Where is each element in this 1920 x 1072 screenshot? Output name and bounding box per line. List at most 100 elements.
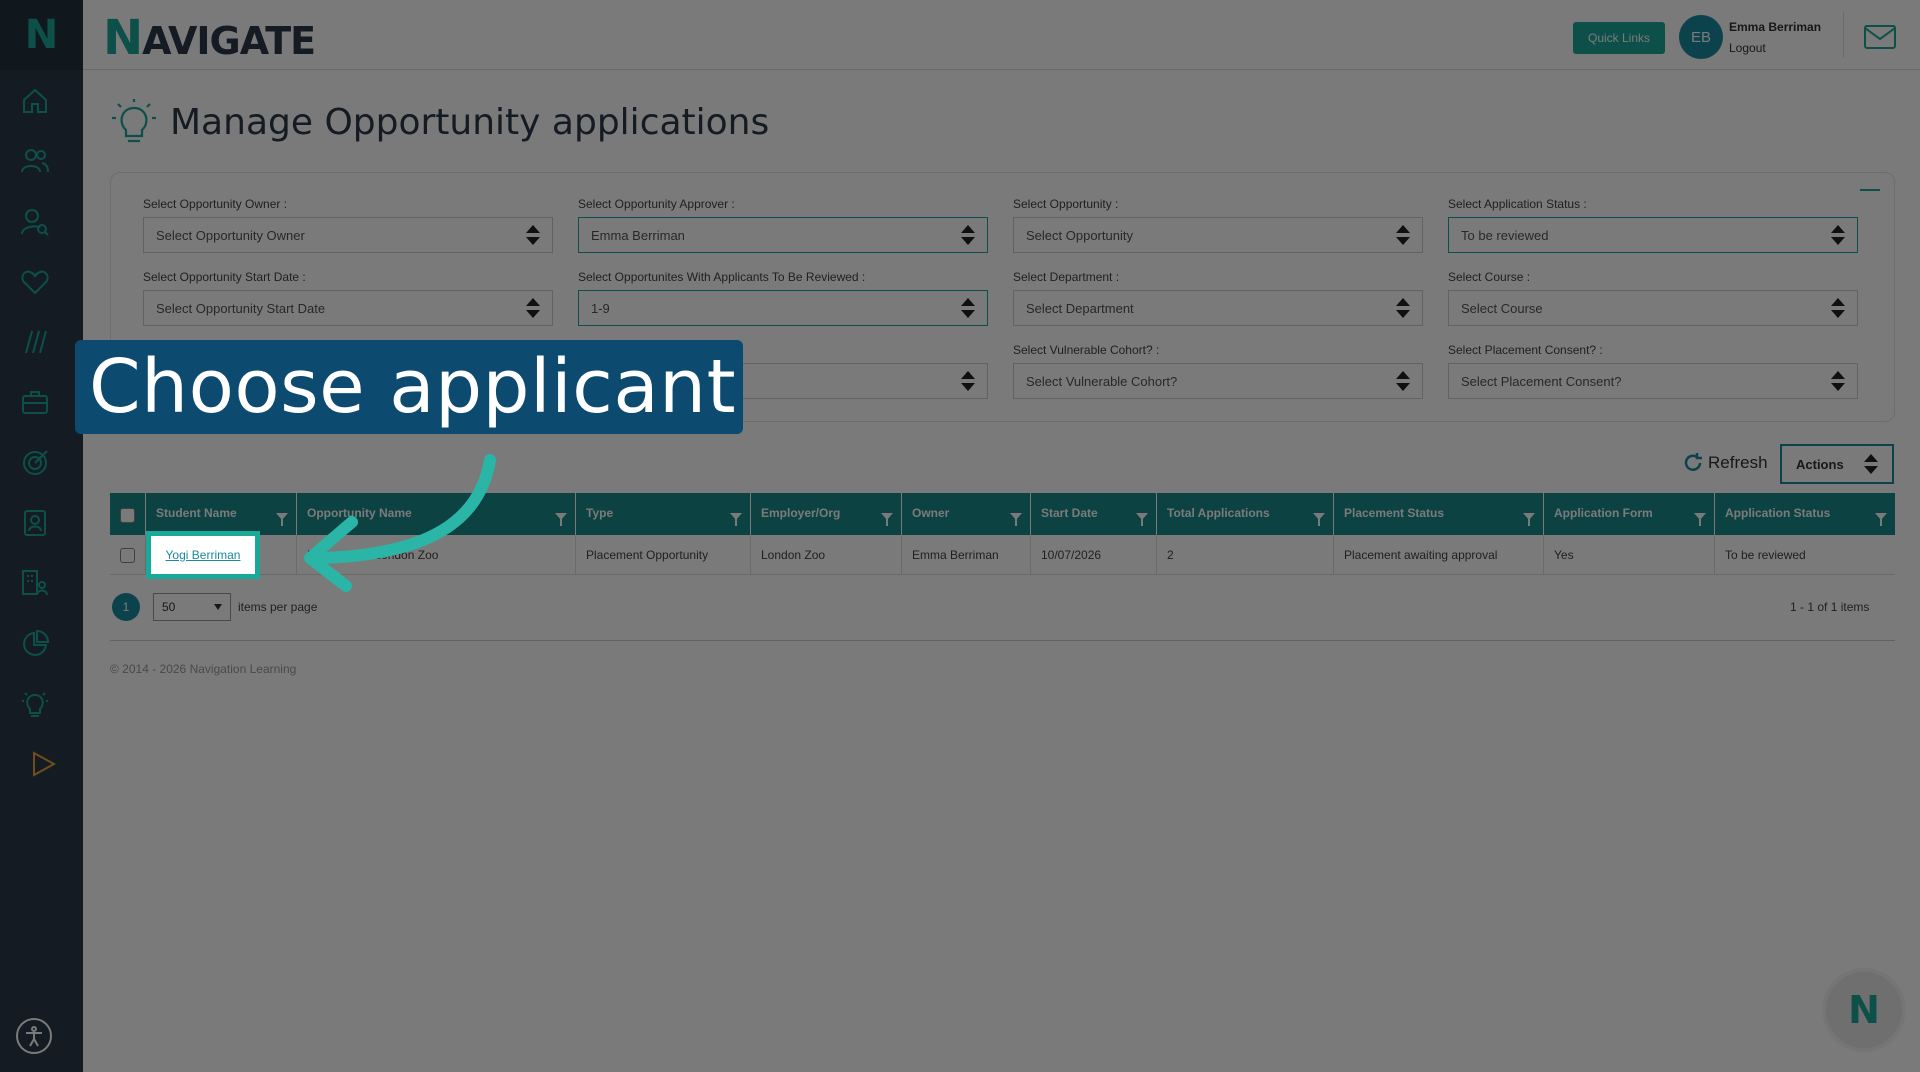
filter-icon[interactable]	[881, 513, 893, 526]
sort-arrows-icon	[526, 298, 540, 318]
filter-label: Select Opportunity Owner :	[143, 197, 288, 211]
start-date-cell: 10/07/2026	[1031, 535, 1157, 575]
column-header[interactable]: Start Date	[1031, 493, 1157, 535]
start-date-select[interactable]: Select Opportunity Start Date	[143, 290, 553, 326]
briefcase-icon[interactable]	[18, 385, 52, 419]
application-status-select[interactable]: To be reviewed	[1448, 217, 1858, 253]
callout-text: Choose applicant	[89, 344, 737, 430]
filter-icon[interactable]	[1875, 513, 1887, 526]
filter-icon[interactable]	[1010, 513, 1022, 526]
chat-assistant-button[interactable]: N	[1822, 968, 1906, 1052]
filter-icon[interactable]	[555, 513, 567, 526]
assistant-avatar-icon: N	[1848, 988, 1880, 1032]
filter-icon[interactable]	[1136, 513, 1148, 526]
pie-chart-icon[interactable]	[18, 627, 52, 661]
filter-icon[interactable]	[1523, 513, 1535, 526]
lightbulb-icon	[112, 99, 156, 143]
applicants-to-review-select[interactable]: 1-9	[578, 290, 988, 326]
pager-current-page[interactable]: 1	[112, 593, 140, 621]
select-all-checkbox[interactable]	[120, 508, 135, 523]
filter-opportunity-owner: Select Opportunity Owner : Select Opport…	[143, 197, 553, 253]
filter-label: Select Opportunity :	[1013, 197, 1119, 211]
sort-arrows-icon	[526, 225, 540, 245]
actions-dropdown[interactable]: Actions	[1780, 444, 1894, 484]
collapse-button[interactable]	[1860, 189, 1880, 191]
divider	[1843, 12, 1844, 58]
filter-label: Select Placement Consent? :	[1448, 343, 1603, 357]
refresh-button[interactable]: Refresh	[1682, 452, 1768, 474]
sort-arrows-icon	[1864, 454, 1878, 474]
student-name-link[interactable]: Yogi Berriman	[146, 531, 260, 579]
filter-course: Select Course : Select Course	[1448, 270, 1858, 326]
building-user-icon[interactable]	[18, 566, 52, 600]
mail-icon[interactable]	[1863, 24, 1897, 50]
filter-vulnerable-cohort: Select Vulnerable Cohort? : Select Vulne…	[1013, 343, 1423, 399]
column-header[interactable]: Application Form	[1544, 493, 1715, 535]
quick-links-button[interactable]: Quick Links	[1573, 22, 1665, 54]
actions-label: Actions	[1796, 456, 1844, 472]
column-header[interactable]: Type	[576, 493, 751, 535]
opportunity-approver-select[interactable]: Emma Berriman	[578, 217, 988, 253]
filter-icon[interactable]	[1313, 513, 1325, 526]
page-title: Manage Opportunity applications	[170, 101, 770, 143]
employer-cell: London Zoo	[751, 535, 902, 575]
copyright: © 2014 - 2026 Navigation Learning	[110, 662, 297, 676]
target-icon[interactable]	[18, 446, 52, 480]
filter-application-status: Select Application Status : To be review…	[1448, 197, 1858, 253]
user-search-icon[interactable]	[18, 205, 52, 239]
filter-start-date: Select Opportunity Start Date : Select O…	[143, 270, 553, 326]
page-header: Manage Opportunity applications	[108, 98, 769, 146]
app-logo[interactable]: N	[0, 0, 83, 70]
top-bar: NAVIGATE Quick Links EB Emma Berriman Lo…	[83, 0, 1920, 70]
column-header[interactable]: Placement Status	[1334, 493, 1544, 535]
column-header[interactable]: Employer/Org	[751, 493, 902, 535]
opportunity-owner-select[interactable]: Select Opportunity Owner	[143, 217, 553, 253]
sort-arrows-icon	[1396, 225, 1410, 245]
sort-arrows-icon	[1831, 371, 1845, 391]
column-header[interactable]: Student Name	[146, 493, 297, 535]
sidebar: N	[0, 0, 83, 1072]
people-icon[interactable]	[18, 144, 52, 178]
opportunity-select[interactable]: Select Opportunity	[1013, 217, 1423, 253]
sort-arrows-icon	[961, 298, 975, 318]
filter-opportunity-approver: Select Opportunity Approver : Emma Berri…	[578, 197, 988, 253]
id-card-icon[interactable]	[18, 506, 52, 540]
sort-arrows-icon	[1831, 298, 1845, 318]
tutorial-callout: Choose applicant	[75, 340, 743, 434]
row-checkbox[interactable]	[120, 548, 135, 563]
filter-label: Select Opportunity Approver :	[578, 197, 735, 211]
user-name: Emma Berriman	[1729, 20, 1822, 34]
filter-label: Select Course :	[1448, 270, 1531, 284]
course-select[interactable]: Select Course	[1448, 290, 1858, 326]
filter-icon[interactable]	[730, 513, 742, 526]
placement-consent-select[interactable]: Select Placement Consent?	[1448, 363, 1858, 399]
application-form-cell: Yes	[1544, 535, 1715, 575]
slashes-icon[interactable]	[18, 325, 52, 359]
filter-label: Select Opportunites With Applicants To B…	[578, 270, 866, 284]
column-header[interactable]: Owner	[902, 493, 1031, 535]
home-icon[interactable]	[18, 84, 52, 118]
vulnerable-cohort-select[interactable]: Select Vulnerable Cohort?	[1013, 363, 1423, 399]
owner-cell: Emma Berriman	[902, 535, 1031, 575]
sort-arrows-icon	[1831, 225, 1845, 245]
heart-icon[interactable]	[18, 265, 52, 299]
department-select[interactable]: Select Department	[1013, 290, 1423, 326]
column-header[interactable]: Total Applications	[1157, 493, 1334, 535]
refresh-label: Refresh	[1708, 453, 1768, 472]
column-header[interactable]: Application Status	[1715, 493, 1895, 535]
play-icon[interactable]	[26, 747, 60, 781]
avatar[interactable]: EB	[1679, 15, 1723, 59]
accessibility-icon[interactable]	[16, 1018, 52, 1054]
sort-arrows-icon	[1396, 298, 1410, 318]
lightbulb-icon[interactable]	[18, 687, 52, 721]
filter-label: Select Vulnerable Cohort? :	[1013, 343, 1160, 357]
type-cell: Placement Opportunity	[576, 535, 751, 575]
filter-department: Select Department : Select Department	[1013, 270, 1423, 326]
select-all-cell	[110, 493, 146, 535]
row-select-cell	[110, 535, 146, 575]
brand-logo[interactable]: NAVIGATE	[103, 10, 316, 66]
page-size-select[interactable]: 50	[153, 593, 231, 621]
filter-label: Select Department :	[1013, 270, 1120, 284]
logout-link[interactable]: Logout	[1729, 41, 1766, 55]
filter-icon[interactable]	[1694, 513, 1706, 526]
